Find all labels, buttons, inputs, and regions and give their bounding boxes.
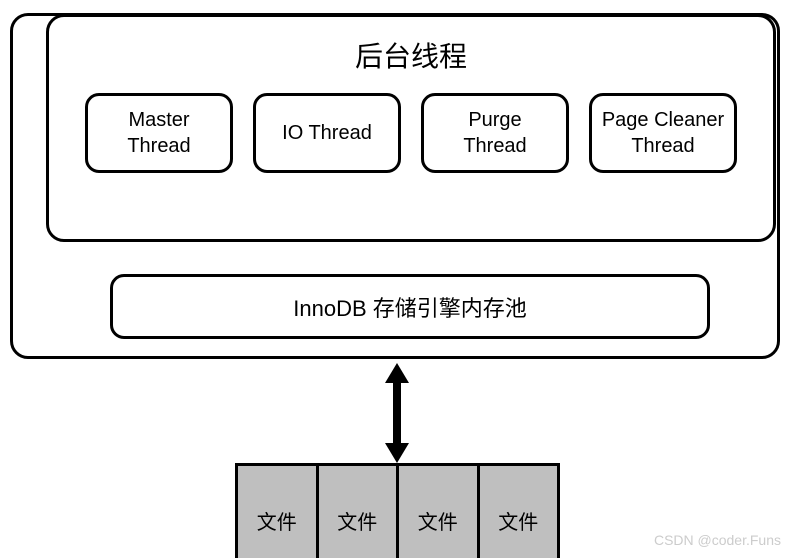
threads-row: MasterThread IO Thread PurgeThread Page … — [49, 93, 773, 173]
file-cell: 文件 — [238, 466, 319, 558]
file-cell: 文件 — [480, 466, 558, 558]
thread-label: IO Thread — [282, 120, 372, 146]
file-cell: 文件 — [319, 466, 400, 558]
thread-label: PurgeThread — [463, 107, 526, 159]
thread-label: MasterThread — [127, 107, 190, 159]
arrow-shaft — [393, 377, 401, 449]
innodb-architecture-box: 后台线程 MasterThread IO Thread PurgeThread … — [10, 13, 780, 359]
file-cell: 文件 — [399, 466, 480, 558]
file-label: 文件 — [257, 506, 297, 535]
purge-thread-box: PurgeThread — [421, 93, 569, 173]
page-cleaner-thread-box: Page CleanerThread — [589, 93, 737, 173]
master-thread-box: MasterThread — [85, 93, 233, 173]
arrow-down-icon — [385, 443, 409, 463]
mempool-label: InnoDB 存储引擎内存池 — [293, 291, 527, 323]
background-threads-box: 后台线程 MasterThread IO Thread PurgeThread … — [46, 14, 776, 242]
files-container: 文件 文件 文件 文件 — [235, 463, 560, 558]
file-label: 文件 — [418, 506, 458, 535]
bidirectional-arrow-icon — [387, 363, 407, 463]
watermark-text: CSDN @coder.Funs — [654, 532, 781, 548]
file-label: 文件 — [498, 506, 538, 535]
background-threads-title: 后台线程 — [49, 35, 773, 75]
thread-label: Page CleanerThread — [602, 107, 724, 159]
file-label: 文件 — [337, 506, 377, 535]
innodb-memory-pool-box: InnoDB 存储引擎内存池 — [110, 274, 710, 339]
io-thread-box: IO Thread — [253, 93, 401, 173]
